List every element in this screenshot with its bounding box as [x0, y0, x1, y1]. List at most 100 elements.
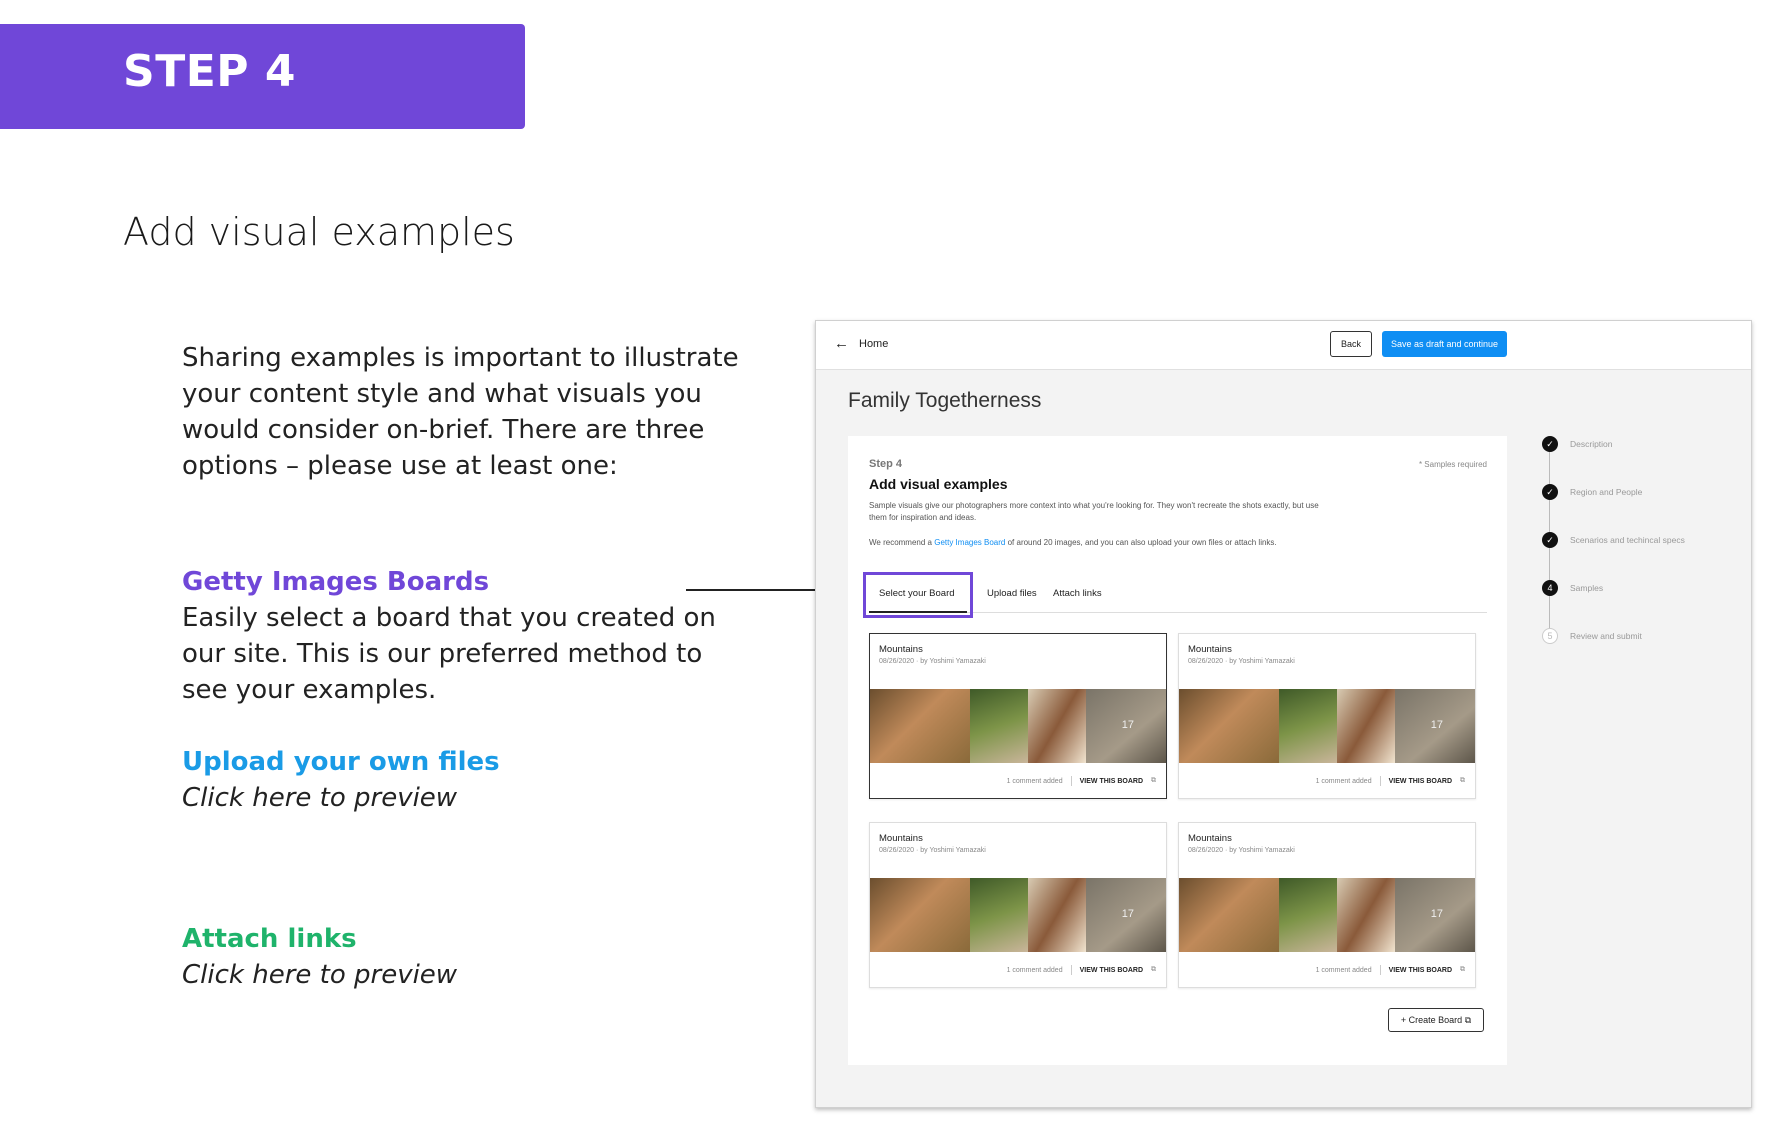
card-description: Sample visuals give our photographers mo…: [869, 501, 1319, 522]
thumbnail-image: [1179, 689, 1279, 763]
board-thumbnails: 17: [870, 689, 1166, 763]
board-name: Mountains: [1188, 644, 1232, 655]
board-meta: 08/26/2020 · by Yoshimi Yamazaki: [879, 658, 986, 665]
board-card[interactable]: Mountains 08/26/2020 · by Yoshimi Yamaza…: [869, 822, 1167, 988]
thumbnail-image: [970, 878, 1028, 952]
thumbnail-image: [1337, 689, 1395, 763]
step-label: Samples: [1570, 583, 1604, 593]
board-date: 08/26/2020: [879, 658, 915, 665]
divider: [1379, 965, 1381, 975]
board-footer: 1 comment added VIEW THIS BOARD ⧉: [1316, 965, 1465, 975]
external-link-icon: ⧉: [1460, 966, 1465, 973]
step-label: Region and People: [1570, 487, 1643, 497]
board-author: by Yoshimi Yamazaki: [1229, 847, 1295, 854]
board-name: Mountains: [879, 833, 923, 844]
board-meta: 08/26/2020 · by Yoshimi Yamazaki: [1188, 658, 1295, 665]
step-number-badge: 4: [1542, 580, 1558, 596]
option-links-title: Attach links: [182, 924, 357, 954]
arrow-left-icon[interactable]: ←: [834, 335, 849, 352]
thumbnail-image: [1279, 878, 1337, 952]
board-name: Mountains: [1188, 833, 1232, 844]
board-meta: 08/26/2020 · by Yoshimi Yamazaki: [879, 847, 986, 854]
tab-attach-links[interactable]: Attach links: [1053, 588, 1102, 599]
board-author: by Yoshimi Yamazaki: [920, 847, 986, 854]
image-count: 17: [1430, 908, 1443, 920]
board-author: by Yoshimi Yamazaki: [1229, 658, 1295, 665]
check-icon: ✓: [1542, 484, 1558, 500]
check-icon: ✓: [1542, 532, 1558, 548]
external-link-icon: ⧉: [1151, 966, 1156, 973]
board-card[interactable]: Mountains 08/26/2020 · by Yoshimi Yamaza…: [1178, 633, 1476, 799]
app-screenshot: ← Home Back Save as draft and continue F…: [815, 320, 1752, 1108]
thumbnail-image: [1028, 689, 1086, 763]
board-date: 08/26/2020: [1188, 847, 1224, 854]
thumbnail-image: [1279, 689, 1337, 763]
step-label: Scenarios and techincal specs: [1570, 535, 1685, 545]
option-upload-files: Upload your own files Click here to prev…: [182, 744, 500, 816]
image-count: 17: [1121, 908, 1134, 920]
tab-bar: Select your Board Upload files Attach li…: [863, 572, 1487, 618]
card-title: Add visual examples: [869, 476, 1008, 492]
create-board-button[interactable]: + Create Board ⧉: [1388, 1008, 1484, 1032]
thumbnail-image: 17: [1086, 689, 1166, 763]
step-banner: STEP 4: [0, 24, 525, 129]
option-attach-links: Attach links Click here to preview: [182, 921, 457, 993]
board-card[interactable]: Mountains 08/26/2020 · by Yoshimi Yamaza…: [1178, 822, 1476, 988]
view-board-link[interactable]: VIEW THIS BOARD: [1080, 967, 1143, 974]
comment-count: 1 comment added: [1006, 777, 1063, 785]
board-author: by Yoshimi Yamazaki: [920, 658, 986, 665]
board-name: Mountains: [879, 644, 923, 655]
board-date: 08/26/2020: [1188, 658, 1224, 665]
step-number-badge: 5: [1542, 628, 1558, 644]
thumbnail-image: 17: [1086, 878, 1166, 952]
progress-stepper: ✓ Description ✓ Region and People ✓ Scen…: [1542, 436, 1742, 666]
project-title: Family Togetherness: [848, 389, 1042, 412]
getty-board-link[interactable]: Getty Images Board: [934, 538, 1005, 547]
image-count: 17: [1430, 719, 1443, 731]
divider: [1379, 776, 1381, 786]
comment-count: 1 comment added: [1006, 966, 1063, 974]
home-link[interactable]: Home: [859, 338, 888, 350]
top-nav: ← Home Back Save as draft and continue: [816, 321, 1751, 370]
comment-count: 1 comment added: [1315, 777, 1372, 785]
board-thumbnails: 17: [870, 878, 1166, 952]
save-draft-continue-button[interactable]: Save as draft and continue: [1382, 331, 1507, 357]
recommendation-text: We recommend a Getty Images Board of aro…: [869, 538, 1389, 547]
intro-text: Sharing examples is important to illustr…: [182, 343, 739, 481]
back-button[interactable]: Back: [1330, 331, 1372, 357]
divider: [1070, 776, 1072, 786]
external-link-icon: ⧉: [1460, 777, 1465, 784]
view-board-link[interactable]: VIEW THIS BOARD: [1389, 967, 1452, 974]
thumbnail-image: [1179, 878, 1279, 952]
tab-select-board[interactable]: Select your Board: [879, 588, 955, 599]
board-thumbnails: 17: [1179, 689, 1475, 763]
option-getty-boards: Getty Images Boards Easily select a boar…: [182, 564, 742, 708]
step-label: Description: [1570, 439, 1613, 449]
board-footer: 1 comment added VIEW THIS BOARD ⧉: [1007, 965, 1156, 975]
step-label: Step 4: [869, 458, 903, 470]
links-preview-link[interactable]: Click here to preview: [182, 957, 457, 993]
thumbnail-image: 17: [1395, 878, 1475, 952]
board-footer: 1 comment added VIEW THIS BOARD ⧉: [1316, 776, 1465, 786]
divider: [1070, 965, 1072, 975]
thumbnail-image: 17: [1395, 689, 1475, 763]
thumbnail-image: [870, 878, 970, 952]
view-board-link[interactable]: VIEW THIS BOARD: [1080, 778, 1143, 785]
thumbnail-image: [1337, 878, 1395, 952]
comment-count: 1 comment added: [1315, 966, 1372, 974]
callout-connector-line: [686, 589, 816, 591]
step-banner-label: STEP 4: [123, 46, 296, 97]
option-getty-title: Getty Images Boards: [182, 567, 490, 597]
check-icon: ✓: [1542, 436, 1558, 452]
required-note: * Samples required: [1418, 460, 1487, 469]
view-board-link[interactable]: VIEW THIS BOARD: [1389, 778, 1452, 785]
tab-upload-files[interactable]: Upload files: [987, 588, 1037, 599]
upload-preview-link[interactable]: Click here to preview: [182, 780, 500, 816]
board-card[interactable]: Mountains 08/26/2020 · by Yoshimi Yamaza…: [869, 633, 1167, 799]
thumbnail-image: [1028, 878, 1086, 952]
board-date: 08/26/2020: [879, 847, 915, 854]
thumbnail-image: [870, 689, 970, 763]
board-footer: 1 comment added VIEW THIS BOARD ⧉: [1007, 776, 1156, 786]
rec-prefix: We recommend a: [869, 538, 935, 547]
step-label: Review and submit: [1570, 631, 1642, 641]
